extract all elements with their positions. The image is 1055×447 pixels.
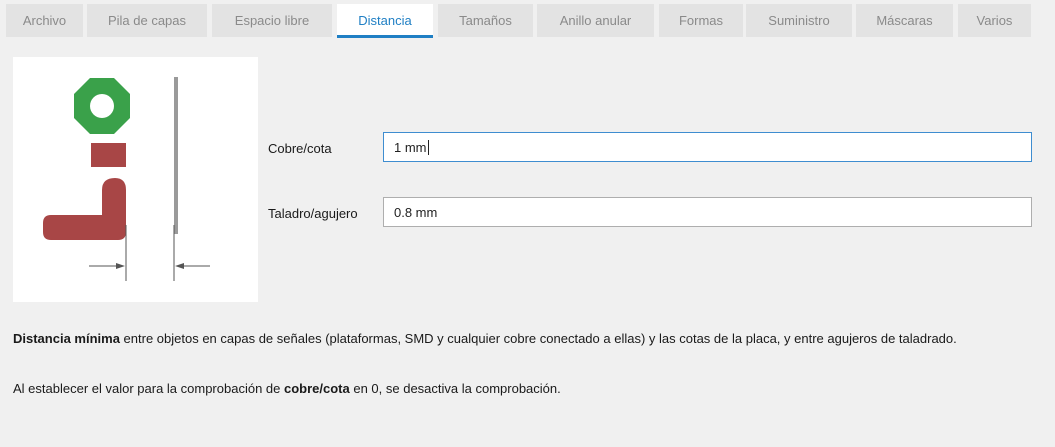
tab-varios[interactable]: Varios bbox=[958, 4, 1031, 37]
tab-distancia[interactable]: Distancia bbox=[337, 4, 433, 38]
description-text-post: en 0, se desactiva la comprobación. bbox=[349, 381, 561, 396]
tab-mascaras[interactable]: Máscaras bbox=[856, 4, 953, 37]
copper-trace bbox=[43, 178, 126, 240]
tab-pila-de-capas[interactable]: Pila de capas bbox=[87, 4, 207, 37]
description-paragraph-2: Al establecer el valor para la comprobac… bbox=[13, 381, 1038, 396]
tab-espacio-libre[interactable]: Espacio libre bbox=[212, 4, 332, 37]
description-text: entre objetos en capas de señales (plata… bbox=[119, 331, 957, 346]
description-paragraph-1: Distancia mínima entre objetos en capas … bbox=[13, 331, 1038, 346]
arrowhead-left bbox=[116, 263, 125, 269]
tab-bar: Archivo Pila de capas Espacio libre Dist… bbox=[0, 0, 1055, 41]
copper-dimension-value: 1 mm bbox=[394, 139, 427, 155]
copper-dimension-diagram bbox=[43, 77, 210, 281]
copper-dimension-input[interactable]: 1 mm bbox=[383, 132, 1032, 162]
scroll-edge bbox=[1044, 0, 1055, 447]
tab-formas[interactable]: Formas bbox=[659, 4, 743, 37]
description-bold-copper: cobre/cota bbox=[283, 381, 350, 396]
tab-anillo-anular[interactable]: Anillo anular bbox=[537, 4, 654, 37]
drill-hole-input[interactable]: 0.8 mm bbox=[383, 197, 1032, 227]
board-edge-line bbox=[174, 77, 178, 234]
arrowhead-right bbox=[175, 263, 184, 269]
pad-hole bbox=[90, 94, 114, 118]
text-caret bbox=[427, 139, 429, 155]
smd-pad bbox=[91, 143, 126, 167]
drill-hole-label: Taladro/agujero bbox=[268, 206, 358, 221]
description-text-pre: Al establecer el valor para la comprobac… bbox=[13, 381, 284, 396]
drill-hole-value: 0.8 mm bbox=[394, 204, 438, 220]
distance-illustration bbox=[13, 57, 258, 302]
tab-tamanos[interactable]: Tamaños bbox=[438, 4, 533, 37]
tab-archivo[interactable]: Archivo bbox=[6, 4, 83, 37]
tab-suministro[interactable]: Suministro bbox=[746, 4, 852, 37]
copper-dimension-label: Cobre/cota bbox=[268, 141, 332, 156]
description-bold-term: Distancia mínima bbox=[13, 331, 120, 346]
